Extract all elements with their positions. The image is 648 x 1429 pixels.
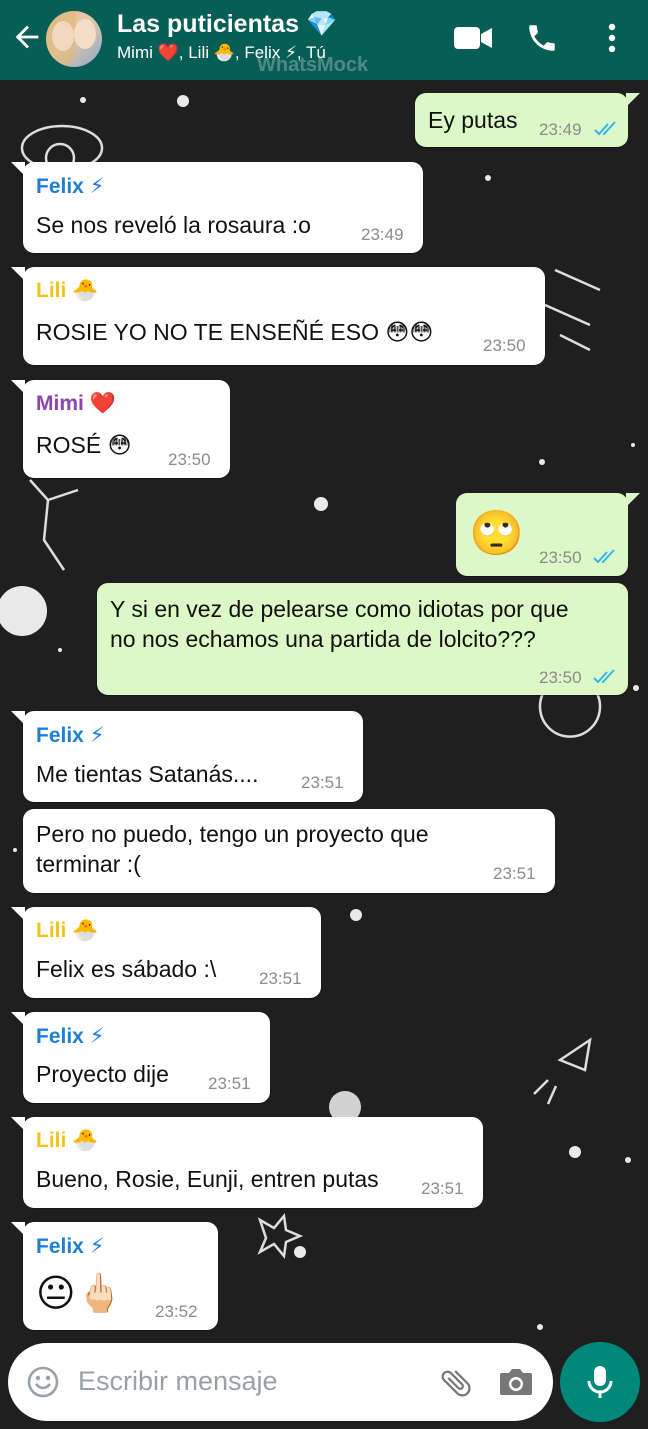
message-text: Se nos reveló la rosaura :o <box>36 212 311 238</box>
phone-icon[interactable] <box>525 21 559 55</box>
message-bubble-incoming[interactable]: Pero no puedo, tengo un proyecto que ter… <box>23 809 555 893</box>
message-time: 23:50 <box>539 548 582 567</box>
more-options-icon[interactable] <box>605 22 619 54</box>
message-text-line-2: no nos echamos una partida de lolcito??? <box>110 626 536 652</box>
message-time: 23:49 <box>361 225 404 244</box>
group-avatar[interactable] <box>46 11 102 67</box>
message-time: 23:50 <box>483 336 526 355</box>
read-ticks-icon <box>593 549 615 564</box>
message-bubble-incoming[interactable]: Lili 🐣 Bueno, Rosie, Eunji, entren putas… <box>11 1117 483 1208</box>
message-text-line-2: terminar :( <box>36 851 141 877</box>
message-time: 23:51 <box>421 1179 464 1198</box>
message-composer[interactable]: Escribir mensaje <box>8 1343 553 1421</box>
message-sender: Lili 🐣 <box>36 1129 99 1152</box>
message-sender: Felix ⚡ <box>36 1235 105 1258</box>
group-title[interactable]: Las puticientas 💎 <box>117 10 337 39</box>
message-sender: Felix ⚡ <box>36 724 105 747</box>
chat-area[interactable]: Ey putas 23:49 Felix ⚡ Se nos reveló la … <box>0 80 648 1429</box>
message-sender: Lili 🐣 <box>36 919 99 942</box>
chat-header: Las puticientas 💎 Mimi ❤️, Lili 🐣, Felix… <box>0 0 648 80</box>
mic-button[interactable] <box>560 1342 640 1422</box>
video-call-icon[interactable] <box>452 24 494 52</box>
message-bubble-incoming[interactable]: Felix ⚡ Proyecto dije 23:51 <box>11 1012 270 1103</box>
message-time: 23:49 <box>539 120 582 139</box>
message-bubble-incoming[interactable]: Lili 🐣 Felix es sábado :\ 23:51 <box>11 907 321 998</box>
message-bubble-incoming[interactable]: Felix ⚡ Se nos reveló la rosaura :o 23:4… <box>11 162 423 253</box>
read-ticks-icon <box>593 669 615 684</box>
message-bubble-outgoing[interactable]: Ey putas 23:49 <box>415 93 640 147</box>
message-sender: Felix ⚡ <box>36 175 105 198</box>
message-input[interactable]: Escribir mensaje <box>78 1366 278 1397</box>
message-time: 23:52 <box>155 1302 198 1321</box>
message-text-line-1: Y si en vez de pelearse como idiotas por… <box>110 596 569 622</box>
message-sender: Mimi ❤️ <box>36 392 116 415</box>
message-bubble-outgoing[interactable]: Y si en vez de pelearse como idiotas por… <box>97 583 628 695</box>
message-text: Ey putas <box>428 107 518 133</box>
message-text-line-1: Pero no puedo, tengo un proyecto que <box>36 821 429 847</box>
message-bubble-incoming[interactable]: Felix ⚡ 😐🖕🏻 23:52 <box>11 1222 218 1330</box>
message-bubble-incoming[interactable]: Lili 🐣 ROSIE YO NO TE ENSEÑÉ ESO 😳😳 23:5… <box>11 267 545 365</box>
message-bubble-incoming[interactable]: Mimi ❤️ ROSÉ 😳 23:50 <box>11 380 230 478</box>
message-time: 23:50 <box>539 668 582 687</box>
read-ticks-icon <box>594 121 616 136</box>
message-bubble-incoming[interactable]: Felix ⚡ Me tientas Satanás.... 23:51 <box>11 711 363 802</box>
watermark: WhatsMock <box>257 54 369 76</box>
mic-icon <box>587 1366 613 1398</box>
back-arrow-icon[interactable] <box>10 20 44 54</box>
message-bubble-outgoing[interactable]: 🙄 23:50 <box>456 493 640 576</box>
message-text: ROSÉ 😳 <box>36 432 132 458</box>
message-sender: Felix ⚡ <box>36 1025 105 1048</box>
emoji-icon[interactable] <box>26 1365 60 1399</box>
message-time: 23:50 <box>168 450 211 469</box>
message-text: 🙄 <box>469 509 524 558</box>
message-text: Felix es sábado :\ <box>36 956 217 982</box>
message-time: 23:51 <box>493 864 536 883</box>
camera-icon[interactable] <box>498 1365 534 1399</box>
message-text: ROSIE YO NO TE ENSEÑÉ ESO 😳😳 <box>36 319 434 345</box>
message-text: Me tientas Satanás.... <box>36 761 259 787</box>
message-sender: Lili 🐣 <box>36 279 99 302</box>
message-text: 😐🖕🏻 <box>36 1273 123 1315</box>
message-time: 23:51 <box>208 1074 251 1093</box>
attach-icon[interactable] <box>438 1365 474 1401</box>
message-text: Bueno, Rosie, Eunji, entren putas <box>36 1166 379 1192</box>
message-time: 23:51 <box>301 773 344 792</box>
message-text: Proyecto dije <box>36 1061 169 1087</box>
message-time: 23:51 <box>259 969 302 988</box>
